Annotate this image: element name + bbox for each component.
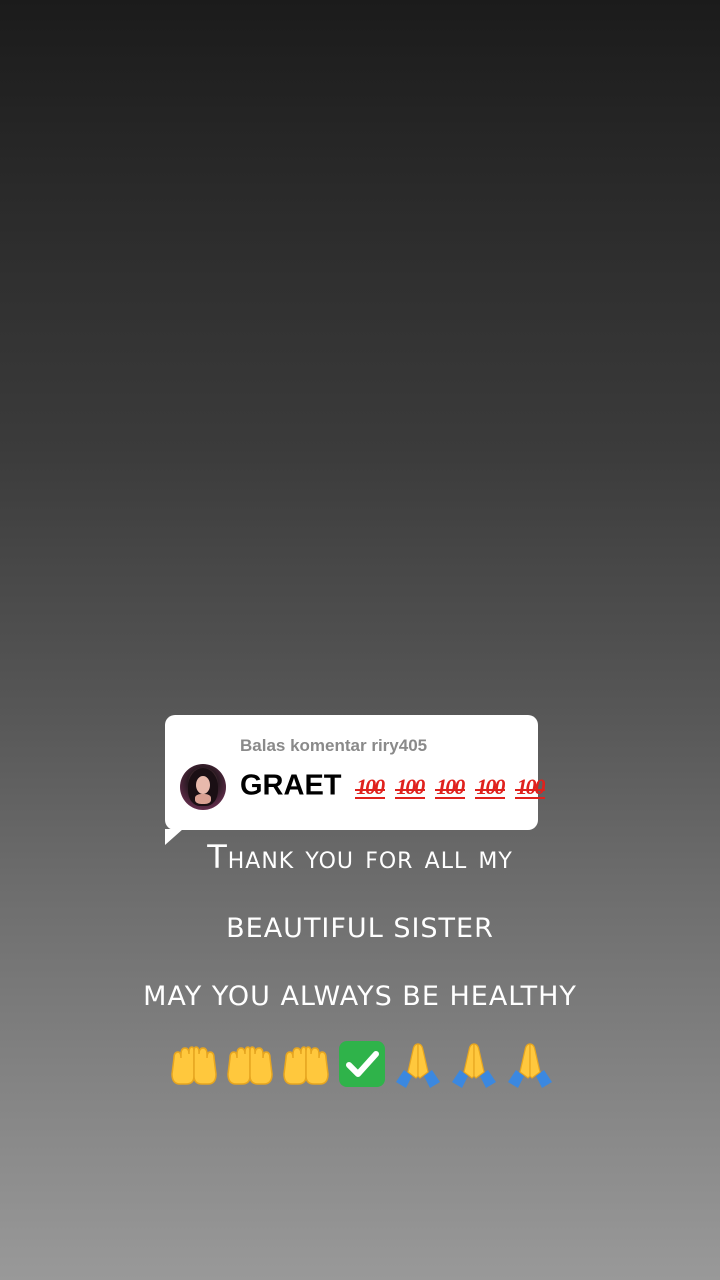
reply-label: Balas komentar riry405	[240, 736, 428, 755]
open-hands-icon	[224, 1038, 276, 1090]
open-hands-icon	[168, 1038, 220, 1090]
caption-line-1: Thank you for all my	[207, 838, 513, 876]
hundred-points-icon: 100	[353, 773, 387, 801]
caption-line-2: BEAUTIFUL SISTER	[226, 913, 494, 944]
tiktok-video-screen: { "reply_card": { "label": "Balas koment…	[0, 0, 720, 1280]
caption-line-3: MAY YOU ALWAYS BE HEALTHY	[143, 981, 577, 1012]
folded-hands-icon	[392, 1038, 444, 1090]
comment-line: GRAET 100 100 100 100 100	[240, 765, 548, 805]
hundred-points-icon: 100	[433, 773, 467, 801]
comment-text: GRAET	[240, 769, 342, 802]
hundred-points-icon: 100	[473, 773, 507, 801]
folded-hands-icon	[448, 1038, 500, 1090]
user-avatar	[180, 764, 226, 810]
folded-hands-icon	[504, 1038, 556, 1090]
open-hands-icon	[280, 1038, 332, 1090]
emoji-row	[168, 1038, 556, 1090]
reply-comment-sticker[interactable]: Balas komentar riry405 GRAET 100 100 100…	[165, 715, 545, 845]
hundred-points-icons: 100 100 100 100 100	[353, 769, 548, 803]
hundred-points-icon: 100	[513, 773, 547, 801]
hundred-points-icon: 100	[393, 773, 427, 801]
check-mark-button-icon	[336, 1038, 388, 1090]
